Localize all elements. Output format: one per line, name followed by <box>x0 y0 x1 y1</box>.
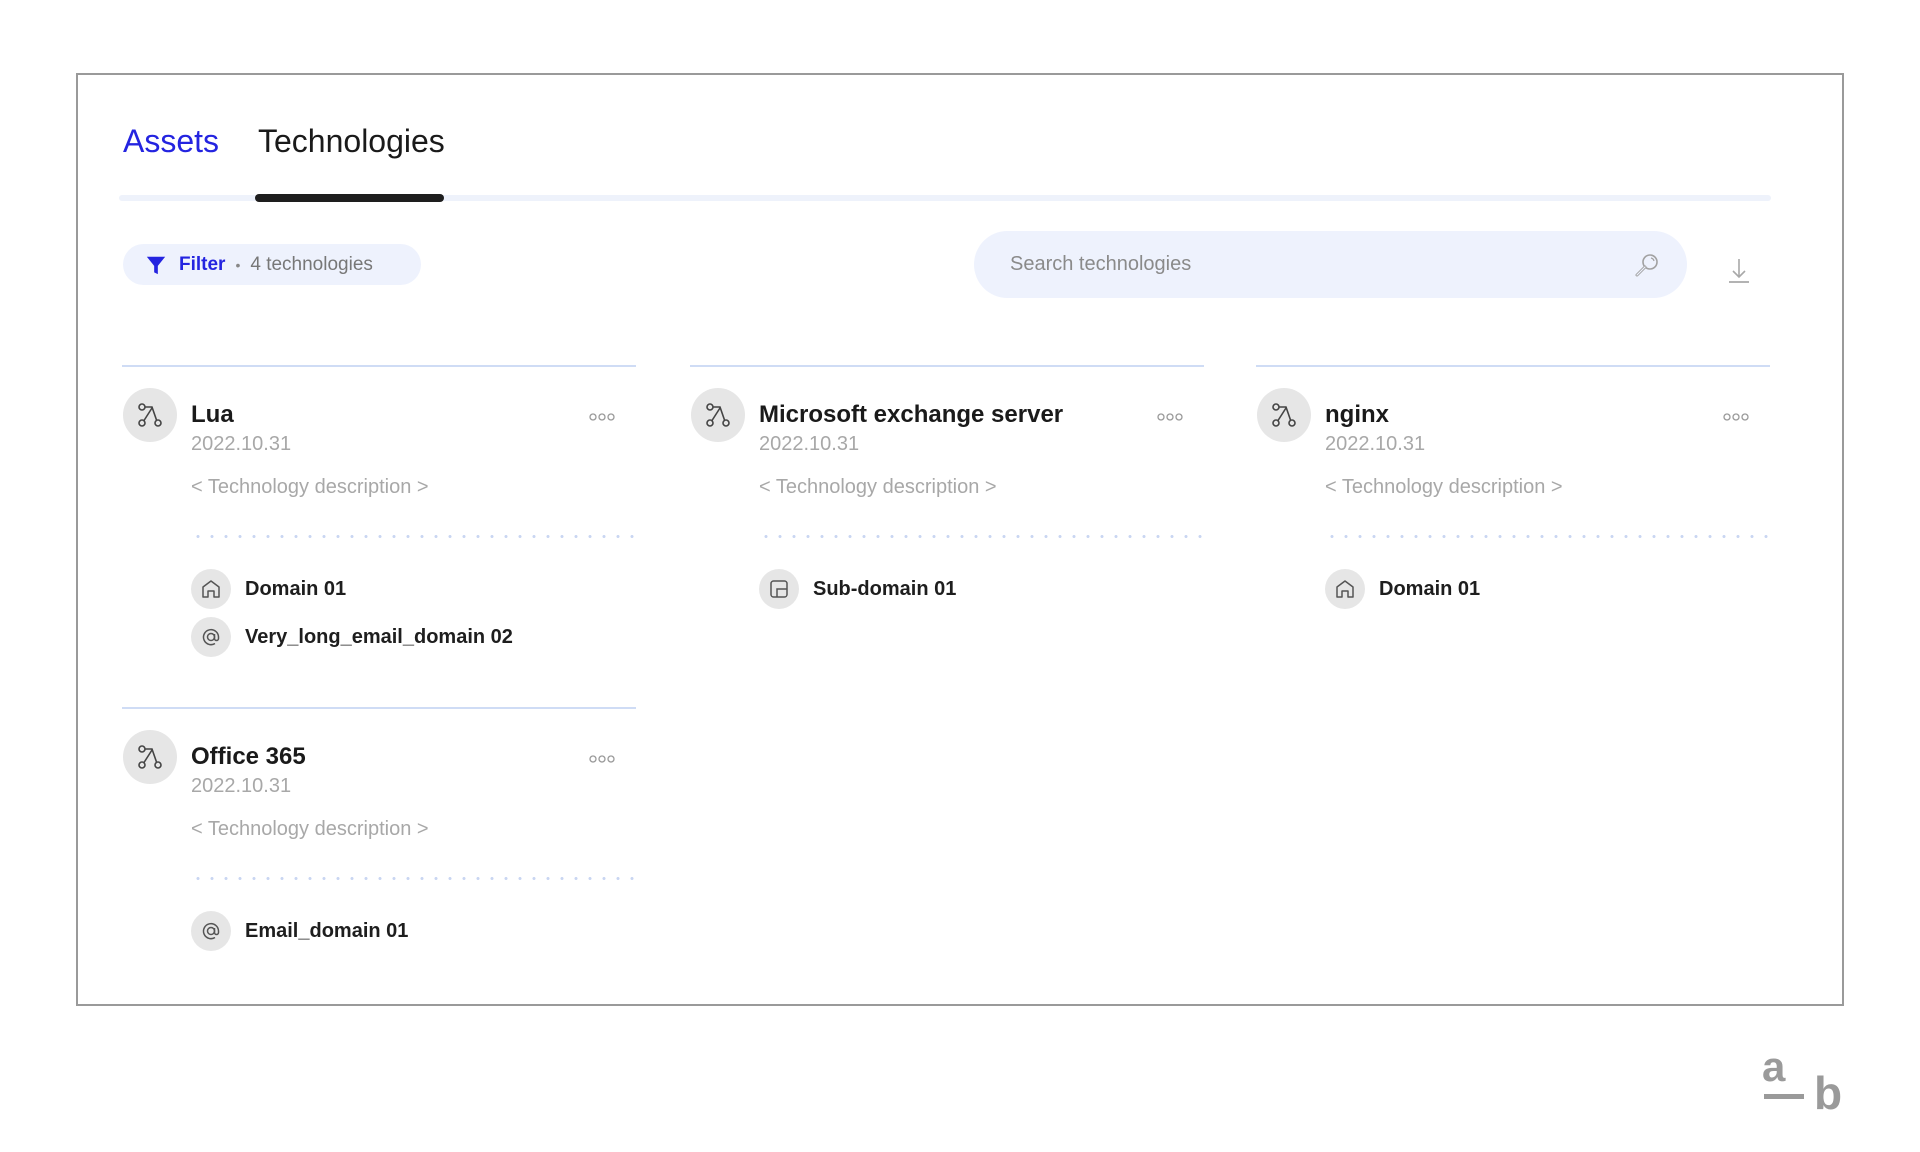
git-branch-icon <box>706 403 730 427</box>
git-branch-icon <box>138 403 162 427</box>
filter-icon <box>146 256 166 274</box>
git-branch-icon <box>138 745 162 769</box>
filter-label: Filter <box>179 253 226 275</box>
asset-item[interactable]: Domain 01 <box>191 569 346 609</box>
tab-active-indicator <box>255 194 444 202</box>
home-icon <box>1336 580 1354 598</box>
technology-count: 4 technologies <box>250 253 373 275</box>
home-icon <box>202 580 220 598</box>
subdomain-icon <box>770 580 788 598</box>
technology-description: < Technology description > <box>759 476 997 498</box>
filter-separator: • <box>235 256 241 273</box>
asset-item[interactable]: Domain 01 <box>1325 569 1480 609</box>
technology-card[interactable]: Office 365 2022.10.31 < Technology descr… <box>122 707 638 1009</box>
brand-logo: a b <box>1762 1043 1846 1119</box>
technology-description: < Technology description > <box>1325 476 1563 498</box>
technology-avatar <box>123 730 177 784</box>
technology-name[interactable]: Lua <box>191 401 234 429</box>
more-options-icon[interactable] <box>588 753 616 765</box>
technology-card[interactable]: Microsoft exchange server 2022.10.31 < T… <box>690 365 1206 667</box>
at-icon <box>202 628 220 646</box>
asset-label: Very_long_email_domain 02 <box>245 625 513 648</box>
asset-item[interactable]: Email_domain 01 <box>191 911 408 951</box>
asset-label: Sub-domain 01 <box>813 577 957 600</box>
technology-card[interactable]: Lua 2022.10.31 < Technology description … <box>122 365 638 667</box>
technology-date: 2022.10.31 <box>759 433 860 455</box>
asset-label: Email_domain 01 <box>245 919 409 942</box>
search-bar <box>974 231 1687 298</box>
dotted-divider <box>1325 535 1772 538</box>
tab-assets[interactable]: Assets <box>123 123 219 160</box>
technology-avatar <box>1257 388 1311 442</box>
asset-item[interactable]: Sub-domain 01 <box>759 569 956 609</box>
dotted-divider <box>191 877 638 880</box>
search-icon[interactable] <box>1633 251 1661 279</box>
download-icon[interactable] <box>1726 255 1752 285</box>
technology-card[interactable]: nginx 2022.10.31 < Technology descriptio… <box>1256 365 1772 667</box>
technology-description: < Technology description > <box>191 476 429 498</box>
technology-date: 2022.10.31 <box>191 433 292 455</box>
technology-date: 2022.10.31 <box>1325 433 1426 455</box>
technology-name[interactable]: nginx <box>1325 401 1389 429</box>
technology-avatar <box>691 388 745 442</box>
more-options-icon[interactable] <box>588 411 616 423</box>
at-icon <box>202 922 220 940</box>
search-input[interactable] <box>1008 252 1612 277</box>
git-branch-icon <box>1272 403 1296 427</box>
dotted-divider <box>191 535 638 538</box>
technology-description: < Technology description > <box>191 818 429 840</box>
tab-technologies[interactable]: Technologies <box>258 123 445 160</box>
filter-button[interactable]: Filter • 4 technologies <box>123 244 421 285</box>
logo-letter-b: b <box>1814 1067 1843 1119</box>
logo-letter-a: a <box>1762 1043 1786 1090</box>
technology-date: 2022.10.31 <box>191 775 292 797</box>
technology-name[interactable]: Microsoft exchange server <box>759 401 1063 429</box>
more-options-icon[interactable] <box>1156 411 1184 423</box>
more-options-icon[interactable] <box>1722 411 1750 423</box>
technology-name[interactable]: Office 365 <box>191 743 306 771</box>
logo-divider <box>1764 1094 1804 1099</box>
asset-label: Domain 01 <box>245 577 347 600</box>
dotted-divider <box>759 535 1206 538</box>
asset-label: Domain 01 <box>1379 577 1481 600</box>
technologies-panel: Assets Technologies Filter • 4 technolog… <box>76 73 1844 1006</box>
technology-avatar <box>123 388 177 442</box>
asset-item[interactable]: Very_long_email_domain 02 <box>191 617 513 657</box>
